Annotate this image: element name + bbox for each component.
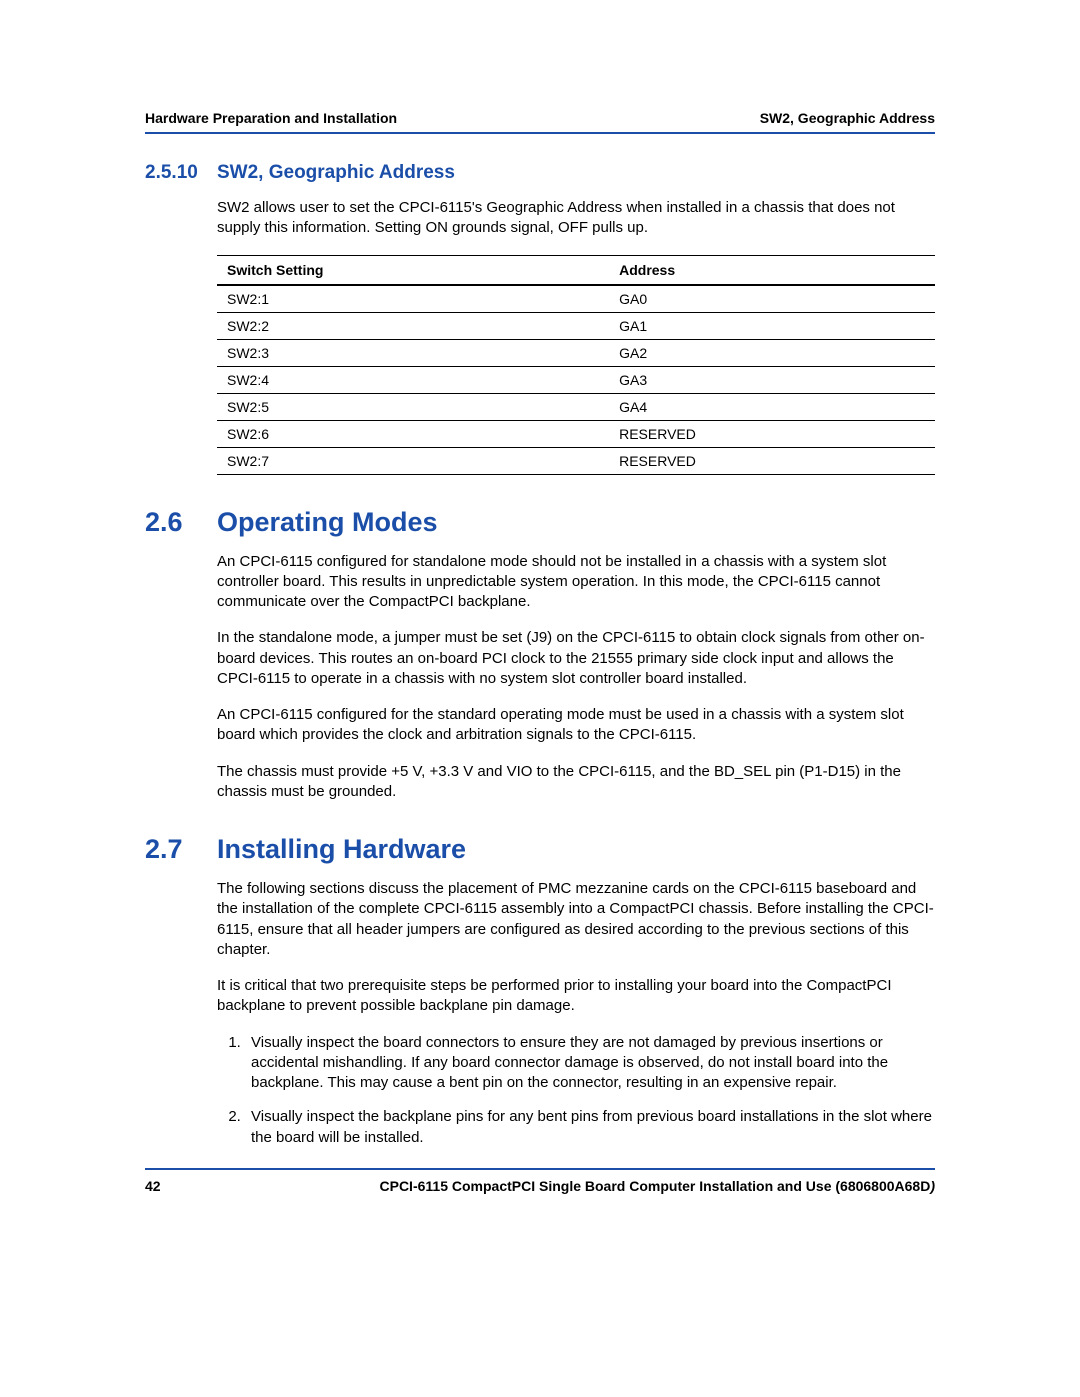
para-2-6-3: An CPCI-6115 configured for the standard… [217,705,935,746]
footer-doc-title: CPCI-6115 CompactPCI Single Board Comput… [185,1178,935,1194]
para-2-7-1: The following sections discuss the place… [217,879,935,960]
col-address: Address [609,255,935,285]
cell: RESERVED [609,447,935,474]
heading-title: Operating Modes [217,507,438,537]
cell: SW2:1 [217,285,609,313]
table-row: SW2:4GA3 [217,366,935,393]
cell: GA4 [609,393,935,420]
cell: RESERVED [609,420,935,447]
table-row: SW2:1GA0 [217,285,935,313]
heading-2-6: 2.6Operating Modes [145,507,935,538]
heading-number: 2.5.10 [145,162,217,184]
running-footer: 42 CPCI-6115 CompactPCI Single Board Com… [145,1178,935,1194]
footer-title-tail: ) [930,1178,935,1194]
para-2-6-2: In the standalone mode, a jumper must be… [217,628,935,689]
heading-2-7: 2.7Installing Hardware [145,834,935,865]
list-item: Visually inspect the backplane pins for … [245,1107,935,1148]
cell: SW2:5 [217,393,609,420]
para-2-7-2: It is critical that two prerequisite ste… [217,976,935,1017]
heading-number: 2.7 [145,834,217,865]
cell: SW2:4 [217,366,609,393]
heading-title: Installing Hardware [217,834,466,864]
header-right: SW2, Geographic Address [760,110,935,126]
col-switch-setting: Switch Setting [217,255,609,285]
cell: GA0 [609,285,935,313]
cell: GA2 [609,339,935,366]
cell: SW2:2 [217,312,609,339]
cell: GA3 [609,366,935,393]
table-header-row: Switch Setting Address [217,255,935,285]
table-row: SW2:2GA1 [217,312,935,339]
cell: SW2:6 [217,420,609,447]
para-2-6-1: An CPCI-6115 configured for standalone m… [217,552,935,613]
table-row: SW2:6RESERVED [217,420,935,447]
cell: GA1 [609,312,935,339]
prerequisite-steps: Visually inspect the board connectors to… [217,1033,935,1148]
para-2-6-4: The chassis must provide +5 V, +3.3 V an… [217,762,935,803]
footer-title-main: CPCI-6115 CompactPCI Single Board Comput… [380,1178,931,1194]
table-row: SW2:7RESERVED [217,447,935,474]
cell: SW2:3 [217,339,609,366]
heading-title: SW2, Geographic Address [217,162,455,183]
page-number: 42 [145,1178,185,1194]
header-left: Hardware Preparation and Installation [145,110,397,126]
list-item: Visually inspect the board connectors to… [245,1033,935,1094]
cell: SW2:7 [217,447,609,474]
heading-number: 2.6 [145,507,217,538]
table-row: SW2:5GA4 [217,393,935,420]
header-rule [145,132,935,134]
heading-2-5-10: 2.5.10SW2, Geographic Address [145,162,935,184]
para-2-5-10: SW2 allows user to set the CPCI-6115's G… [217,198,935,239]
footer-rule [145,1168,935,1170]
table-row: SW2:3GA2 [217,339,935,366]
switch-address-table: Switch Setting Address SW2:1GA0 SW2:2GA1… [217,255,935,475]
running-header: Hardware Preparation and Installation SW… [145,110,935,126]
